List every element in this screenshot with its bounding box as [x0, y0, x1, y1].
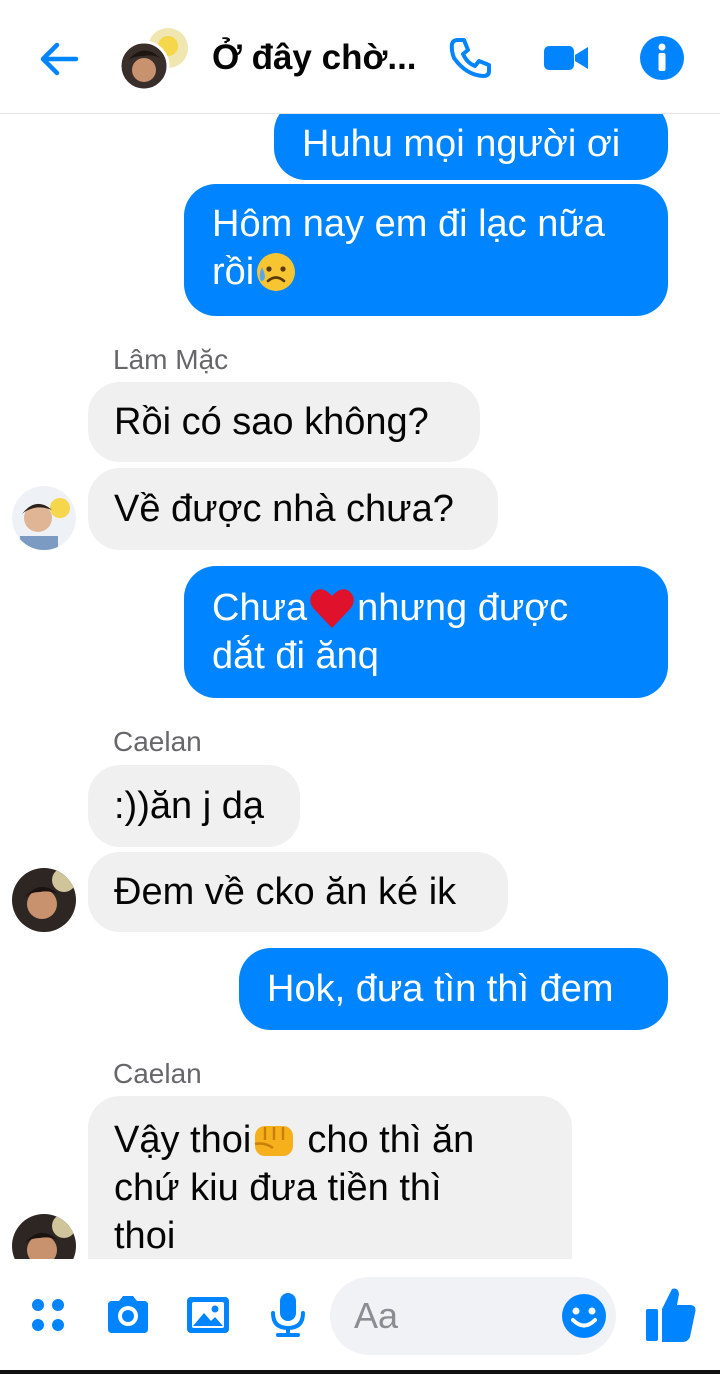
system-nav-bar — [0, 1370, 720, 1374]
incoming-message[interactable]: Vậy thoi cho thì ăn chứ kiu đưa tiền thì… — [88, 1096, 572, 1259]
emoji-icon[interactable] — [560, 1292, 608, 1340]
gallery-icon[interactable] — [184, 1291, 232, 1339]
group-avatar[interactable] — [118, 26, 188, 92]
message-text: Rồi có sao không? — [114, 401, 429, 443]
video-camera-icon[interactable] — [542, 34, 590, 82]
outgoing-message[interactable]: Hok, đưa tìn thì đem — [239, 948, 668, 1030]
info-icon[interactable] — [638, 34, 686, 82]
outgoing-message[interactable]: Huhu mọi người ơi — [274, 114, 668, 180]
menu-dots-icon[interactable] — [26, 1291, 74, 1339]
message-text-line: cho thì ăn — [307, 1119, 475, 1161]
fist-emoji — [255, 1126, 294, 1156]
message-text-line: Vậy thoi — [114, 1119, 252, 1161]
conversation-title[interactable]: Ở đây chờ... — [212, 38, 417, 78]
sender-avatar[interactable] — [12, 1214, 76, 1259]
message-text-line: chứ kiu đưa tiền thì — [114, 1167, 442, 1209]
incoming-message[interactable]: :))ăn j dạ — [88, 765, 300, 847]
message-text: Hok, đưa tìn thì đem — [267, 968, 614, 1010]
message-text-line: Hôm nay em đi lạc nữa — [212, 203, 605, 245]
message-text-line: nhưng được — [357, 587, 569, 629]
red-heart-emoji — [310, 589, 354, 628]
message-text: Đem về cko ăn ké ik — [114, 871, 457, 913]
sender-name: Caelan — [113, 1058, 202, 1089]
outgoing-message[interactable]: Chưa nhưng được dắt đi ănq — [184, 566, 668, 698]
message-composer: Aa — [0, 1259, 720, 1374]
sender-name: Lâm Mặc — [113, 344, 229, 375]
message-text-line: rồi — [212, 251, 255, 293]
message-text-line: Chưa — [212, 587, 308, 629]
conversation-header: Ở đây chờ... — [0, 0, 720, 114]
message-text: :))ăn j dạ — [114, 785, 264, 827]
sender-avatar[interactable] — [12, 486, 76, 550]
message-text: Về được nhà chưa? — [114, 488, 454, 530]
microphone-icon[interactable] — [264, 1291, 312, 1339]
thumbs-up-icon[interactable] — [644, 1285, 698, 1345]
sender-avatar[interactable] — [12, 868, 76, 932]
camera-icon[interactable] — [104, 1291, 152, 1339]
incoming-message[interactable]: Về được nhà chưa? — [88, 468, 498, 550]
message-text: Huhu mọi người ơi — [302, 123, 621, 165]
phone-icon[interactable] — [446, 34, 494, 82]
back-arrow-icon[interactable] — [36, 36, 82, 82]
message-text-line: thoi — [114, 1215, 176, 1257]
message-input[interactable]: Aa — [330, 1277, 616, 1355]
incoming-message[interactable]: Rồi có sao không? — [88, 382, 480, 462]
sender-name: Caelan — [113, 726, 202, 757]
message-text-line: dắt đi ănq — [212, 635, 379, 677]
incoming-message[interactable]: Đem về cko ăn ké ik — [88, 852, 508, 932]
message-input-placeholder: Aa — [354, 1295, 399, 1336]
sad-sweat-emoji — [257, 253, 296, 291]
message-list[interactable]: Huhu mọi người ơi Hôm nay em đi lạc nữa … — [0, 114, 720, 1259]
outgoing-message[interactable]: Hôm nay em đi lạc nữa rồi — [184, 184, 668, 316]
